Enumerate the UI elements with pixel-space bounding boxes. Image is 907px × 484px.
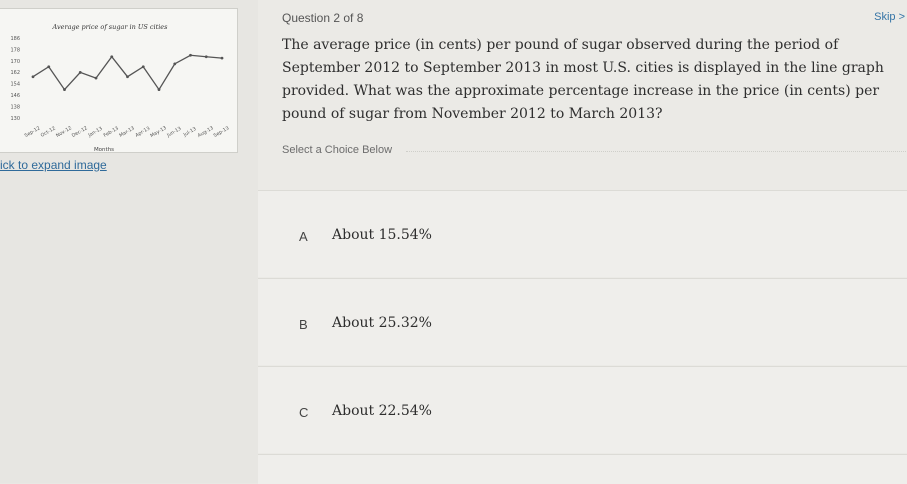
x-tick-label: Feb-13: [103, 125, 120, 138]
left-pane: Average price of sugar in US cities 186 17…: [0, 0, 258, 483]
x-tick-label: Aug-13: [197, 125, 215, 139]
x-tick-label: Apr-13: [134, 126, 151, 139]
data-point: [189, 53, 192, 57]
x-tick-label: Sep-13: [213, 125, 231, 139]
y-tick-label: 130: [10, 116, 20, 122]
skip-button[interactable]: Skip >: [874, 11, 905, 23]
choice-d-partial[interactable]: [258, 454, 907, 484]
divider: [406, 151, 906, 152]
y-tick-label: 154: [10, 82, 20, 88]
data-point: [94, 76, 98, 80]
data-point: [141, 65, 145, 69]
x-tick-label: Sep-12: [24, 125, 42, 139]
line-chart: Average price of sugar in US cities 186 17…: [10, 23, 231, 152]
data-point: [110, 55, 114, 59]
x-tick-label: Jan-13: [87, 126, 104, 139]
question-text: The average price (in cents) per pound o…: [282, 37, 884, 122]
y-tick-label: 186: [10, 36, 20, 42]
expand-image-link[interactable]: ick to expand image: [0, 158, 107, 172]
choice-letter: C: [299, 405, 309, 420]
y-tick-label: 170: [10, 59, 20, 65]
y-tick-label: 138: [10, 104, 20, 110]
chart-title: Average price of sugar in US cities: [52, 23, 169, 31]
choice-a[interactable]: A About 15.54%: [258, 190, 907, 277]
choice-letter: A: [299, 229, 308, 244]
data-point: [157, 88, 161, 91]
choice-c[interactable]: C About 22.54%: [258, 366, 907, 453]
data-point: [31, 75, 35, 79]
x-tick-label: Jun-13: [165, 126, 182, 139]
x-tick-label: May-13: [149, 125, 167, 139]
x-tick-label: Jul-13: [182, 126, 198, 139]
choice-letter: B: [299, 317, 308, 332]
data-point: [173, 62, 177, 66]
data-point: [204, 55, 208, 59]
data-point: [63, 88, 66, 91]
x-tick-label: Mar-13: [118, 125, 135, 138]
data-point: [78, 71, 82, 74]
question-counter: Question 2 of 8: [282, 11, 364, 25]
series-line: [32, 54, 223, 91]
data-point: [126, 75, 129, 79]
choice-text: About 15.54%: [332, 227, 432, 243]
x-axis-label: Months: [94, 147, 114, 152]
y-tick-label: 146: [10, 93, 20, 99]
y-tick-label: 162: [10, 70, 20, 76]
question-pane: Question 2 of 8 Skip > The average price…: [258, 0, 907, 484]
x-tick-label: Dec-12: [71, 125, 89, 139]
chart-thumbnail[interactable]: Average price of sugar in US cities 186 17…: [0, 8, 238, 153]
choice-text: About 25.32%: [332, 315, 432, 331]
x-tick-label: Nov-12: [55, 125, 73, 139]
data-point: [220, 56, 224, 60]
choice-prompt: Select a Choice Below: [282, 144, 393, 156]
choice-b[interactable]: B About 25.32%: [258, 278, 907, 365]
data-point: [47, 65, 51, 69]
y-tick-label: 178: [10, 47, 20, 53]
x-tick-label: Oct-12: [40, 126, 57, 139]
choice-text: About 22.54%: [332, 403, 432, 419]
